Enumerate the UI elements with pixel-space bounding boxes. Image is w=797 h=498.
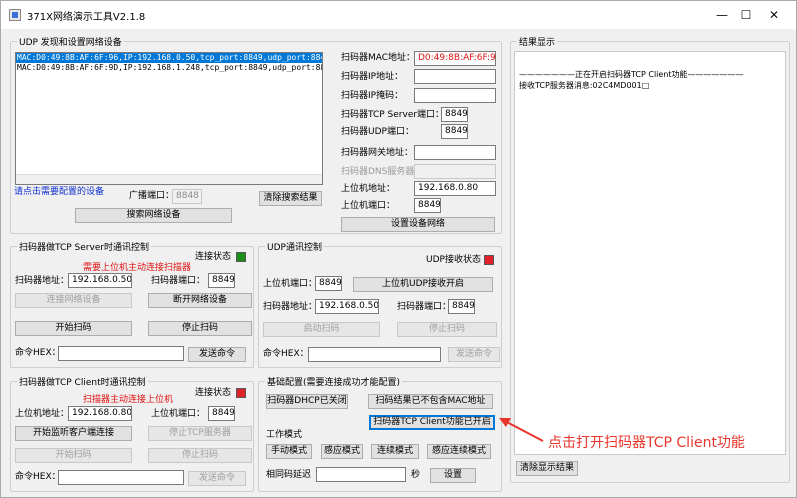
same-code-delay-label: 相同码延迟	[266, 470, 312, 480]
udp-start-scan-button[interactable]: 启动扫码	[263, 322, 380, 337]
udp-port-input[interactable]: 8849	[448, 299, 475, 314]
udp-status-label: UDP接收状态	[426, 255, 481, 265]
tcp-client-notice: 扫描器主动连接上位机	[83, 395, 174, 405]
induction-mode-button[interactable]: 感应模式	[321, 444, 363, 459]
tcp-client-cmd-input[interactable]	[58, 470, 184, 485]
udp-ip-label: 扫码器地址：	[263, 302, 318, 312]
udp-host-port-field[interactable]: 8849	[315, 276, 342, 291]
manual-mode-button[interactable]: 手动模式	[266, 444, 312, 459]
tcp-server-cmd-label: 命令HEX：	[15, 348, 61, 358]
tcp-server-status-indicator	[236, 252, 246, 262]
delay-unit-label: 秒	[411, 470, 421, 480]
clear-search-button[interactable]: 清除搜索结果	[259, 191, 322, 206]
device-list-item[interactable]: MAC:D0:49:8B:AF:6F:9D,IP:192.168.1.248,t…	[16, 63, 322, 73]
tcp-client-send-button[interactable]: 发送命令	[188, 471, 246, 486]
host-ip-field[interactable]: 192.168.0.80	[414, 181, 496, 196]
result-line: ———————正在开启扫码器TCP Client功能———————	[519, 70, 744, 79]
tcp-server-status-label: 连接状态	[195, 252, 232, 262]
udp-stop-scan-button[interactable]: 停止扫码	[397, 322, 497, 337]
device-list[interactable]: MAC:D0:49:8B:AF:6F:96,IP:192.168.0.50,tc…	[15, 52, 323, 185]
select-device-hint: 请点击需要配置的设备	[14, 187, 105, 197]
tcp-client-cmd-label: 命令HEX：	[15, 472, 61, 482]
discovery-group-label: UDP 发现和设置网络设备	[17, 35, 124, 48]
udp-group-label: UDP通讯控制	[265, 240, 324, 253]
tcp-client-stop-scan-button[interactable]: 停止扫码	[148, 448, 252, 463]
dhcp-toggle-button[interactable]: 扫码器DHCP已关闭	[266, 394, 348, 409]
tcp-client-start-scan-button[interactable]: 开始扫码	[15, 448, 132, 463]
udp-ip-field[interactable]: 192.168.0.50	[315, 299, 379, 314]
results-group-label: 结果显示	[517, 35, 558, 48]
gateway-label: 扫码器网关地址：	[341, 148, 414, 158]
close-button[interactable]: ✕	[751, 1, 797, 29]
udp-port-label-2: 扫码器端口：	[397, 302, 452, 312]
tcp-client-host-ip-field[interactable]: 192.168.0.80	[68, 406, 132, 421]
tcp-client-status-label: 连接状态	[195, 388, 232, 398]
dns-field[interactable]	[414, 164, 496, 179]
mac-in-result-toggle-button[interactable]: 扫码结果已不包含MAC地址	[368, 394, 493, 409]
results-display[interactable]: ———————正在开启扫码器TCP Client功能——————— 接收TCP服…	[514, 51, 786, 455]
induction-continuous-mode-button[interactable]: 感应连续模式	[427, 444, 491, 459]
gateway-field[interactable]	[414, 145, 496, 160]
result-line: 接收TCP服务器消息:02C4MD001□	[519, 81, 650, 90]
connect-device-button[interactable]: 连接网络设备	[15, 293, 132, 308]
start-listening-button[interactable]: 开始监听客户端连接	[15, 426, 132, 441]
mask-label: 扫码器IP掩码：	[341, 91, 404, 101]
tcp-client-host-ip-label: 上位机地址：	[15, 409, 70, 419]
same-code-delay-field[interactable]	[316, 467, 406, 482]
tcp-server-port-input[interactable]: 8849	[208, 273, 235, 288]
set-device-network-button[interactable]: 设置设备网络	[341, 217, 495, 232]
set-delay-button[interactable]: 设置	[430, 468, 476, 483]
tcp-server-port-label: 扫码器TCP Server端口：	[341, 110, 445, 120]
tcp-server-group-label: 扫码器做TCP Server时通讯控制	[17, 240, 152, 253]
tcp-client-host-port-field[interactable]: 8849	[208, 406, 235, 421]
udp-cmd-label: 命令HEX：	[263, 349, 309, 359]
ip-field[interactable]	[414, 69, 496, 84]
device-list-item[interactable]: MAC:D0:49:8B:AF:6F:96,IP:192.168.0.50,tc…	[16, 53, 322, 63]
tcp-server-port-field[interactable]: 8849	[441, 107, 468, 122]
annotation-arrow	[499, 418, 544, 442]
tcp-server-send-button[interactable]: 发送命令	[188, 347, 246, 362]
broadcast-port-label: 广播端口：	[129, 191, 175, 201]
annotation-text: 点击打开扫码器TCP Client功能	[548, 435, 745, 451]
udp-cmd-input[interactable]	[308, 347, 441, 362]
tcp-client-status-indicator	[236, 388, 246, 398]
tcp-client-toggle-button[interactable]: 扫码器TCP Client功能已开启	[369, 415, 495, 430]
app-icon	[9, 9, 21, 21]
tcp-server-ip-label: 扫码器地址：	[15, 276, 70, 286]
host-port-label: 上位机端口：	[341, 201, 396, 211]
window-title: 371X网络演示工具V2.1.8	[27, 12, 146, 23]
tcp-server-port-field-label: 扫码器端口：	[151, 276, 206, 286]
tcp-client-group-label: 扫码器做TCP Client时通讯控制	[17, 375, 148, 388]
udp-send-button[interactable]: 发送命令	[448, 347, 500, 362]
udp-host-port-label: 上位机端口：	[263, 279, 318, 289]
search-devices-button[interactable]: 搜索网络设备	[75, 208, 232, 223]
mask-field[interactable]	[414, 88, 496, 103]
work-mode-label: 工作模式	[266, 430, 303, 440]
tcp-server-start-scan-button[interactable]: 开始扫码	[15, 321, 132, 336]
list-horizontal-scrollbar[interactable]	[16, 174, 322, 184]
host-port-field[interactable]: 8849	[414, 198, 441, 213]
basic-config-group-label: 基础配置(需要连接成功才能配置)	[265, 375, 403, 388]
dns-label: 扫码器DNS服务器：	[341, 167, 424, 177]
mac-label: 扫码器MAC地址：	[341, 53, 416, 63]
tcp-server-cmd-input[interactable]	[58, 346, 184, 361]
app-window: 371X网络演示工具V2.1.8 — ☐ ✕ UDP 发现和设置网络设备 MAC…	[0, 0, 797, 498]
continuous-mode-button[interactable]: 连续模式	[371, 444, 419, 459]
udp-port-field[interactable]: 8849	[441, 124, 468, 139]
tcp-server-stop-scan-button[interactable]: 停止扫码	[148, 321, 252, 336]
host-ip-label: 上位机地址：	[341, 184, 396, 194]
udp-status-indicator	[484, 255, 494, 265]
mac-field[interactable]: D0:49:8B:AF:6F:96	[414, 51, 496, 66]
stop-tcp-server-button[interactable]: 停止TCP服务器	[148, 426, 252, 441]
clear-results-button[interactable]: 清除显示结果	[516, 461, 578, 476]
tcp-client-host-port-label: 上位机端口：	[151, 409, 206, 419]
udp-receive-open-button[interactable]: 上位机UDP接收开启	[353, 277, 493, 292]
ip-label: 扫码器IP地址：	[341, 72, 404, 82]
title-bar[interactable]: 371X网络演示工具V2.1.8 — ☐ ✕	[1, 1, 796, 29]
tcp-server-ip-field[interactable]: 192.168.0.50	[68, 273, 132, 288]
disconnect-device-button[interactable]: 断开网络设备	[148, 293, 252, 308]
broadcast-port-field[interactable]: 8848	[172, 189, 202, 204]
udp-port-label: 扫码器UDP端口：	[341, 127, 414, 137]
